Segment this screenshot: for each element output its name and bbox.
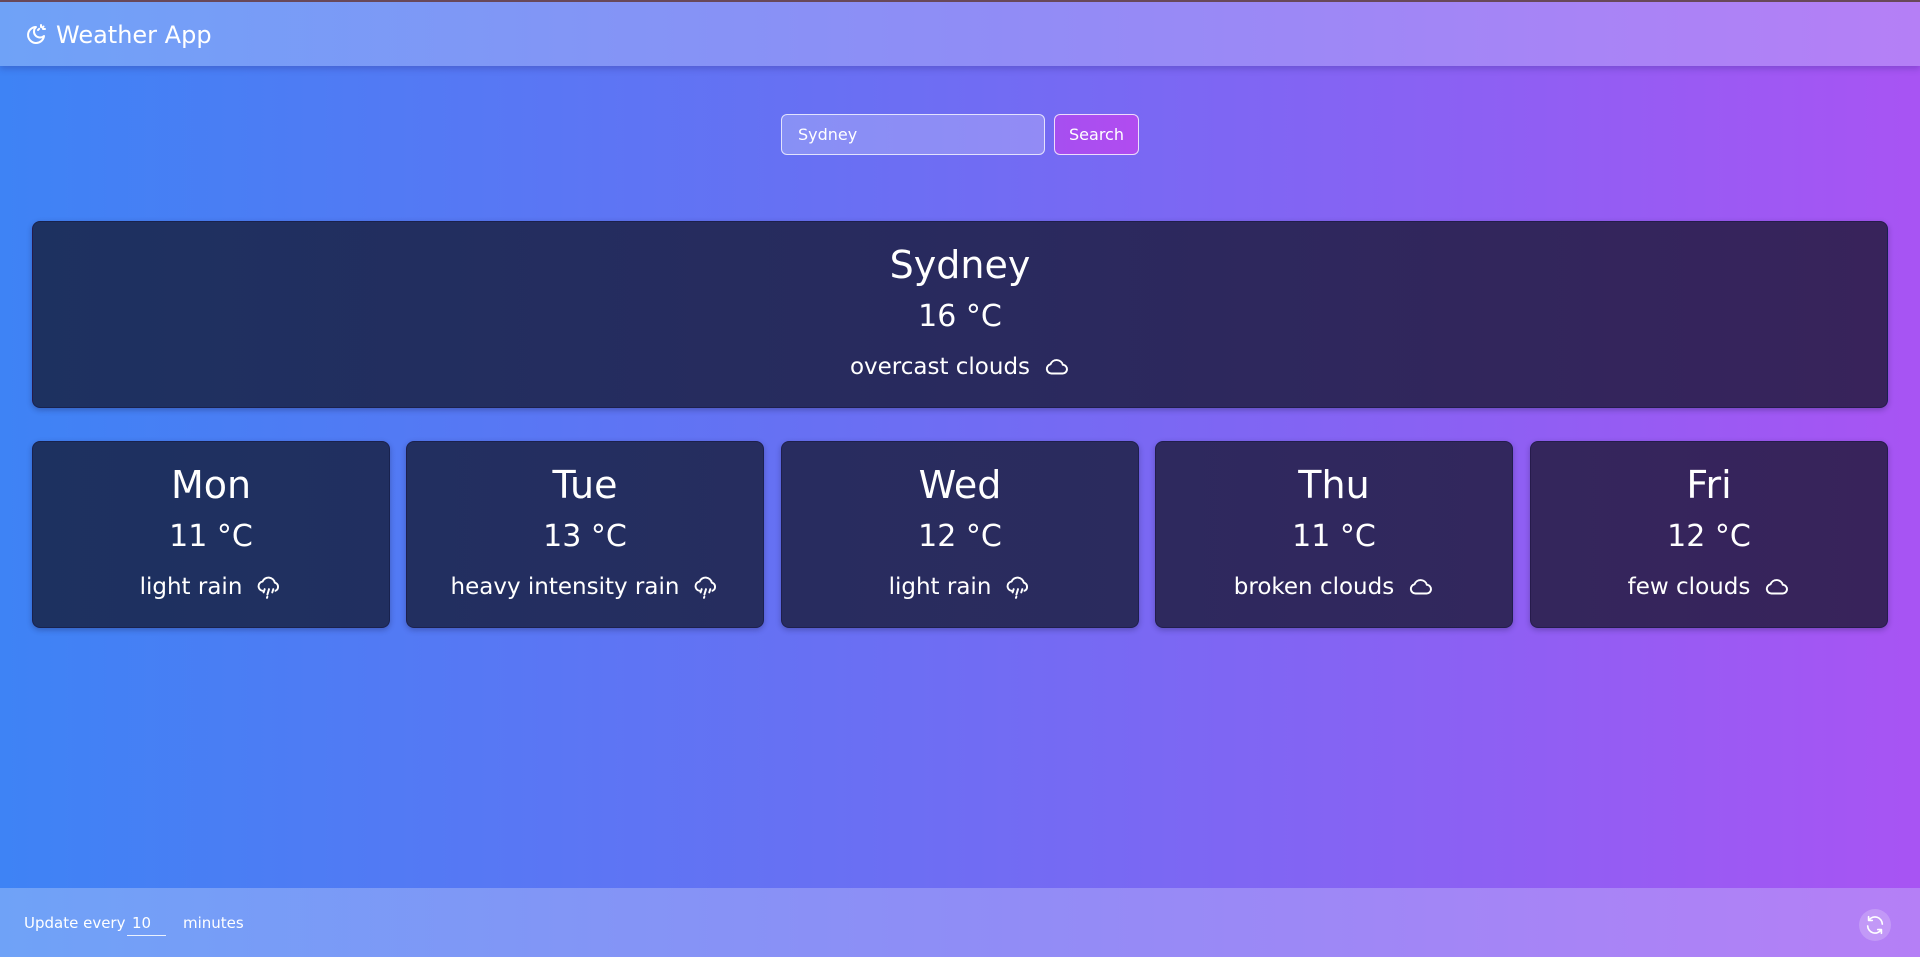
forecast-temperature: 12 °C <box>918 519 1002 554</box>
forecast-card-tue: Tue 13 °C heavy intensity rain <box>406 441 764 628</box>
forecast-description: light rain <box>139 574 243 600</box>
cloud-icon <box>1408 574 1434 600</box>
forecast-temperature: 12 °C <box>1667 519 1751 554</box>
update-every-label: Update every <box>24 914 126 932</box>
forecast-temperature: 13 °C <box>543 519 627 554</box>
forecast-condition: light rain <box>782 572 1138 602</box>
cloud-icon <box>1764 574 1790 600</box>
app-header: Weather App <box>0 2 1920 66</box>
forecast-temperature: 11 °C <box>1292 519 1376 554</box>
app-footer: Update every minutes <box>0 888 1920 957</box>
current-weather-card: Sydney 16 °C overcast clouds <box>32 221 1888 408</box>
app-title: Weather App <box>56 21 212 49</box>
current-condition: overcast clouds <box>33 352 1887 382</box>
current-city-name: Sydney <box>889 243 1031 287</box>
cloud-icon <box>1044 354 1070 380</box>
refresh-icon <box>1864 914 1886 936</box>
minutes-label: minutes <box>183 914 244 932</box>
forecast-description: light rain <box>888 574 992 600</box>
forecast-day: Mon <box>170 463 252 507</box>
search-button[interactable]: Search <box>1054 114 1139 155</box>
current-description: overcast clouds <box>849 354 1031 380</box>
forecast-card-fri: Fri 12 °C few clouds <box>1530 441 1888 628</box>
forecast-day: Fri <box>1686 463 1732 507</box>
forecast-day: Tue <box>552 463 618 507</box>
forecast-condition: light rain <box>33 572 389 602</box>
forecast-card-wed: Wed 12 °C light rain <box>781 441 1139 628</box>
forecast-description: heavy intensity rain <box>450 574 680 600</box>
update-interval-input[interactable] <box>127 911 166 936</box>
forecast-card-thu: Thu 11 °C broken clouds <box>1155 441 1513 628</box>
forecast-description: few clouds <box>1627 574 1751 600</box>
sun-moon-icon <box>24 23 48 47</box>
forecast-condition: broken clouds <box>1156 572 1512 602</box>
forecast-temperature: 11 °C <box>169 519 253 554</box>
rain-icon <box>256 574 282 600</box>
forecast-description: broken clouds <box>1233 574 1395 600</box>
forecast-condition: few clouds <box>1531 572 1887 602</box>
rain-icon <box>1005 574 1031 600</box>
refresh-button[interactable] <box>1859 909 1891 941</box>
rain-icon <box>693 574 719 600</box>
forecast-day: Thu <box>1298 463 1370 507</box>
forecast-card-mon: Mon 11 °C light rain <box>32 441 390 628</box>
current-temperature: 16 °C <box>918 299 1002 334</box>
city-search-input[interactable] <box>781 114 1045 155</box>
forecast-day: Wed <box>918 463 1002 507</box>
forecast-condition: heavy intensity rain <box>407 572 763 602</box>
